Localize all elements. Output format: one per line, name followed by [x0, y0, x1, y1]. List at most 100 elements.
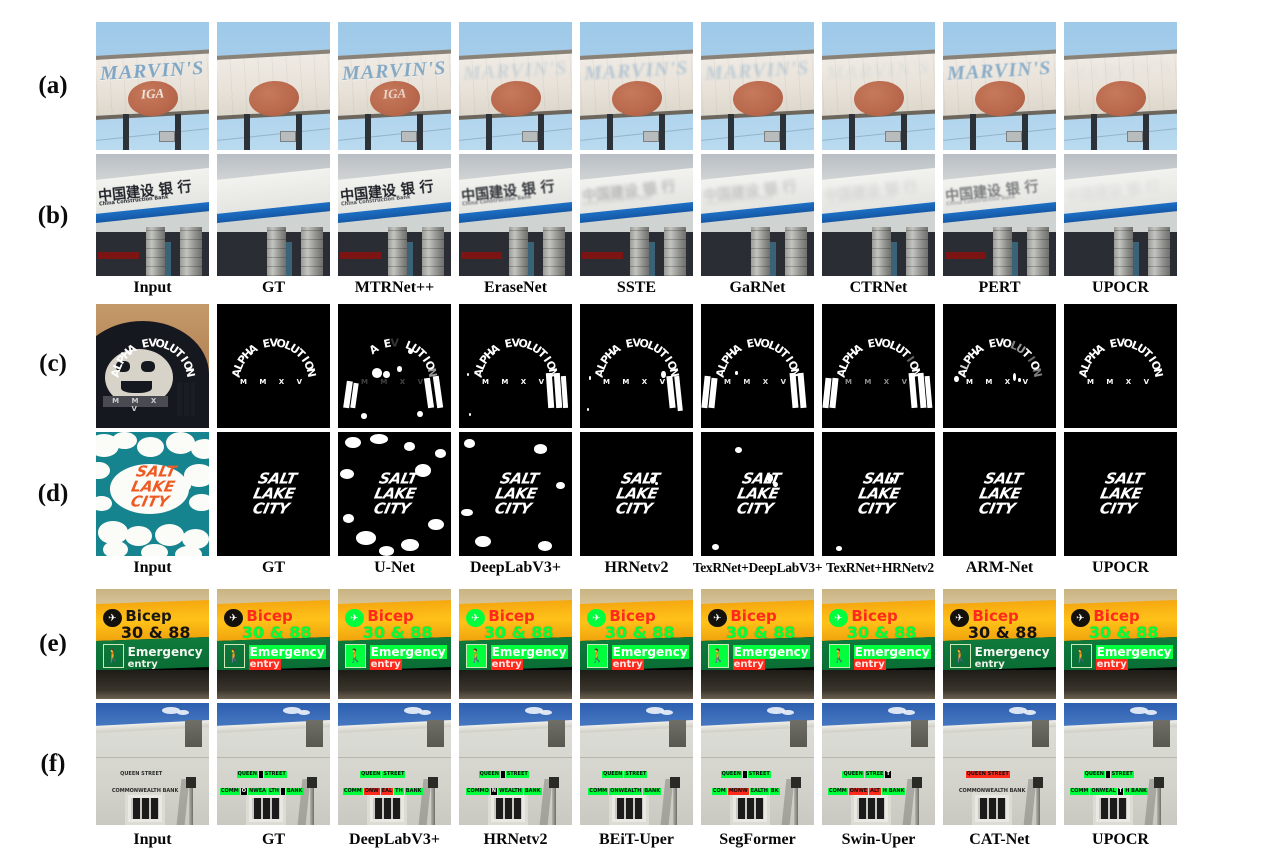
- cell-b-8: 中国建设 银 行China Construction Bank: [1064, 154, 1177, 276]
- detection-segment: BANK: [643, 788, 662, 796]
- sign-lower: COMMONWEALTH BANK: [219, 788, 304, 796]
- drain-pipe-hood: [1032, 777, 1044, 789]
- window: [367, 792, 408, 825]
- figure-canvas: (a) (b) (c) (d) (e) (f) MARVIN'S IGA MARVI…: [0, 0, 1280, 858]
- cell-c-2: ALPHAEVOLUTIONM M X V: [338, 304, 451, 428]
- detection-segment: ONWE: [848, 788, 869, 796]
- drain-pipe-hood: [790, 777, 802, 789]
- detection-segment: STREE: [864, 771, 885, 779]
- window-bars: [978, 798, 1007, 819]
- emergency-exit-icon: 🚶: [1070, 644, 1092, 668]
- bank-column-right: [905, 227, 929, 276]
- mask-noise-2: [734, 446, 742, 454]
- caption-pert: PERT: [978, 279, 1021, 296]
- cloud-13: [102, 541, 128, 556]
- sign-text-bicep: Bicep: [851, 606, 898, 625]
- sign-text-numbers: 30 & 88: [483, 623, 554, 643]
- caption-catnet: CAT-Net: [969, 831, 1030, 848]
- sign-text-emergency: Emergency: [248, 645, 326, 660]
- cell-e-6: ✈ Bicep 30 & 88 🚶 Emergency entry: [822, 589, 935, 699]
- roof-pillar: [790, 720, 808, 747]
- sign-upper: QUEENSTREET: [838, 771, 897, 779]
- caption-unet: U-Net: [374, 559, 415, 576]
- caption-mtrnetpp: MTRNet++: [354, 279, 435, 296]
- cell-f-6: QUEEN STREE T COMM ONWE ALT H BANK: [822, 703, 935, 825]
- sign-text-bicep: Bicep: [488, 606, 535, 625]
- mask-noise-5: [342, 513, 354, 523]
- wall-crack: [96, 756, 209, 758]
- cell-c-4: ALPHAEVOLUTIONM M X V: [580, 304, 693, 428]
- detection-segment: ONW: [363, 788, 380, 796]
- sign-text-bicep: Bicep: [246, 606, 293, 625]
- caption-texrnet-deeplabv3: TexRNet+DeepLabV3+: [692, 560, 823, 575]
- slc-line: CITY: [855, 499, 896, 518]
- window: [851, 792, 892, 825]
- cell-c-7: ALPHAEVOLUTIONM M X V: [943, 304, 1056, 428]
- roof-pillar: [306, 720, 324, 747]
- drain-pipe-hood: [306, 777, 318, 789]
- wall-crack: [580, 756, 693, 758]
- detection-segment: COM: [711, 788, 727, 796]
- detection-segment: COMM: [827, 788, 848, 796]
- sign-text-numbers: 30 & 88: [604, 623, 675, 643]
- sign-text-numbers: 30 & 88: [120, 623, 191, 643]
- caption-garnet: GaRNet: [729, 279, 786, 296]
- bank-led-banner: [945, 251, 986, 259]
- sign-text-entry: entry: [974, 659, 1005, 671]
- bank-led-banner: [582, 251, 623, 259]
- sign-text-entry: entry: [127, 659, 158, 671]
- detection-segment: NWEA: [248, 788, 268, 796]
- detection-segment: STREET: [263, 771, 287, 779]
- mmxv-photo-text: M M X V: [112, 397, 162, 413]
- mask-noise-0: [734, 370, 739, 375]
- cell-f-4: QUEEN STREET COMM ONWEALTH BANK: [580, 703, 693, 825]
- caption-texrnet-hrnetv2: TexRNet+HRNetv2: [826, 560, 934, 575]
- cell-e-7: ✈ Bicep 30 & 88 🚶 Emergency entry: [943, 589, 1056, 699]
- sign-text-emergency: Emergency: [127, 645, 203, 660]
- emergency-exit-icon: 🚶: [223, 644, 245, 668]
- sign-lower: COMMONWEALTHBANK: [465, 788, 542, 796]
- detection-segment: STREET: [624, 771, 648, 779]
- slc-line: CITY: [371, 499, 412, 518]
- cell-b-6: 中国建设 银 行 China Construction Bank: [822, 154, 935, 276]
- slc-line: CITY: [613, 499, 654, 518]
- window-bars: [494, 798, 523, 819]
- detection-segment: BANK: [285, 788, 304, 796]
- caption-deeplabv3: DeepLabV3+: [470, 559, 561, 576]
- detection-segment: QUEEN: [359, 771, 382, 779]
- plate-3: [190, 383, 196, 416]
- cell-f-8: QUEEN STREET COMM ONWEAL T H BANK: [1064, 703, 1177, 825]
- mask-noise-2: [403, 441, 415, 451]
- caption-erasenet: EraseNet: [483, 279, 548, 296]
- caption-segformer: SegFormer: [719, 831, 796, 848]
- window-bars: [615, 798, 644, 819]
- cell-c-1: ALPHAEVOLUTIONM M X V: [217, 304, 330, 428]
- mask-noise-5: [408, 348, 413, 354]
- cell-f-0: QUEEN STREET COMMONWEALTH BANK: [96, 703, 209, 825]
- cell-d-7: SALT LAKE CITY: [943, 432, 1056, 556]
- bank-column-right: [784, 227, 808, 276]
- drain-pipe-hood: [427, 777, 439, 789]
- caption-swin-uper: Swin-Uper: [841, 831, 916, 848]
- emergency-exit-icon: 🚶: [828, 644, 850, 668]
- mask-noise-1: [773, 481, 778, 487]
- cell-f-7: QUEEN STREET COMMONWEALTH BANK: [943, 703, 1056, 825]
- cloud-2: [136, 436, 164, 457]
- emergency-exit-icon: 🚶: [707, 644, 729, 668]
- emergency-exit-icon: 🚶: [465, 644, 487, 668]
- caption-gt-2: GT: [261, 559, 286, 576]
- cell-d-5: SALT LAKE CITY: [701, 432, 814, 556]
- mask-noise-0: [463, 439, 475, 449]
- billboard-lamp: [280, 131, 297, 143]
- drain-pipe: [309, 783, 315, 825]
- detection-segment: WEALTH: [498, 788, 523, 796]
- billboard-post-left: [728, 114, 735, 150]
- row-label-f: (f): [40, 750, 66, 777]
- sign-text-bicep: Bicep: [972, 606, 1019, 625]
- caption-hrnetv2: HRNetv2: [604, 559, 669, 576]
- cell-b-7: 中国建设 银 行 China Construction Bank: [943, 154, 1056, 276]
- drain-pipe-hood: [185, 777, 197, 789]
- row-label-e: (e): [39, 630, 67, 657]
- emergency-exit-icon: 🚶: [344, 644, 366, 668]
- mask-noise-3: [474, 536, 491, 548]
